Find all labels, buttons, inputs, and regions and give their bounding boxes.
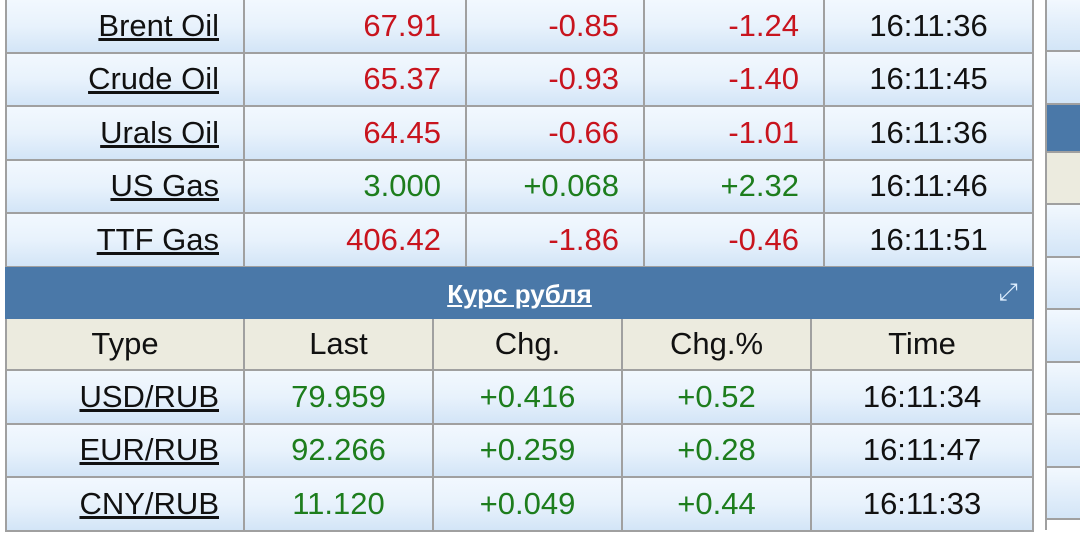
header-last: Last [243, 317, 434, 371]
change-pct-value: +0.28 [621, 422, 812, 478]
instrument-link[interactable]: Crude Oil [88, 61, 219, 96]
table-row: TTF Gas 406.42 -1.86 -0.46 16:11:51 [5, 212, 1034, 268]
time-value: 16:11:47 [809, 422, 1035, 478]
expand-icon[interactable]: ⤢ [996, 281, 1020, 305]
table-row: US Gas 3.000 +0.068 +2.32 16:11:46 [5, 158, 1034, 214]
table-row: CNY/RUB 11.120 +0.049 +0.44 16:11:33 [5, 476, 1035, 532]
ruble-banner: Курс рубля ⤢ [4, 267, 1035, 319]
change-pct-value: +0.44 [621, 476, 812, 532]
change-value: -0.93 [465, 51, 645, 107]
last-value: 11.120 [243, 476, 434, 532]
time-value: 16:11:34 [809, 369, 1035, 425]
header-chg: Chg. [432, 317, 623, 371]
ruble-table: Курс рубля ⤢ Type Last Chg. Chg.% Time U… [4, 267, 1035, 532]
instrument-link[interactable]: Urals Oil [100, 115, 219, 150]
last-value: 65.37 [243, 51, 467, 107]
adjacent-table-edge [1045, 0, 1080, 530]
commodities-table: Brent Oil 67.91 -0.85 -1.24 16:11:36 Crud… [5, 0, 1034, 268]
change-value: -0.66 [465, 105, 645, 161]
last-value: 92.266 [243, 422, 434, 478]
instrument-link[interactable]: CNY/RUB [79, 486, 219, 521]
change-pct-value: -0.46 [643, 212, 825, 268]
time-value: 16:11:36 [823, 105, 1034, 161]
column-headers: Type Last Chg. Chg.% Time [5, 317, 1035, 371]
last-value: 64.45 [243, 105, 467, 161]
time-value: 16:11:51 [823, 212, 1034, 268]
change-pct-value: +0.52 [621, 369, 812, 425]
header-type: Type [5, 317, 245, 371]
time-value: 16:11:45 [823, 51, 1034, 107]
time-value: 16:11:36 [823, 0, 1034, 54]
table-row: Crude Oil 65.37 -0.93 -1.40 16:11:45 [5, 51, 1034, 107]
change-value: +0.259 [432, 422, 623, 478]
table-row: Urals Oil 64.45 -0.66 -1.01 16:11:36 [5, 105, 1034, 161]
change-value: +0.416 [432, 369, 623, 425]
change-value: +0.049 [432, 476, 623, 532]
last-value: 406.42 [243, 212, 467, 268]
change-value: -1.86 [465, 212, 645, 268]
time-value: 16:11:46 [823, 158, 1034, 214]
last-value: 3.000 [243, 158, 467, 214]
instrument-link[interactable]: EUR/RUB [79, 432, 219, 467]
table-row: Brent Oil 67.91 -0.85 -1.24 16:11:36 [5, 0, 1034, 54]
table-row: USD/RUB 79.959 +0.416 +0.52 16:11:34 [5, 369, 1035, 425]
header-chg-pct: Chg.% [621, 317, 812, 371]
header-time: Time [809, 317, 1035, 371]
instrument-link[interactable]: TTF Gas [97, 222, 219, 257]
change-pct-value: -1.01 [643, 105, 825, 161]
last-value: 67.91 [243, 0, 467, 54]
change-value: -0.85 [465, 0, 645, 54]
change-pct-value: +2.32 [643, 158, 825, 214]
instrument-link[interactable]: US Gas [110, 168, 219, 203]
table-row: EUR/RUB 92.266 +0.259 +0.28 16:11:47 [5, 422, 1035, 478]
ruble-title-link[interactable]: Курс рубля [447, 279, 592, 309]
instrument-link[interactable]: USD/RUB [79, 379, 219, 414]
instrument-link[interactable]: Brent Oil [98, 8, 219, 43]
change-pct-value: -1.24 [643, 0, 825, 54]
change-value: +0.068 [465, 158, 645, 214]
last-value: 79.959 [243, 369, 434, 425]
change-pct-value: -1.40 [643, 51, 825, 107]
time-value: 16:11:33 [809, 476, 1035, 532]
